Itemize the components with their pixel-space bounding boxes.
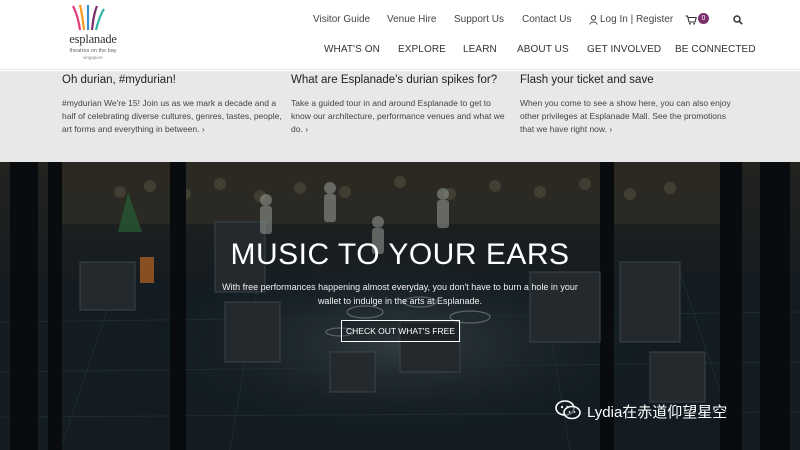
logo-tagline: theatres on the bay bbox=[69, 48, 117, 54]
site-header: esplanade theatres on the bay singapore … bbox=[0, 0, 800, 70]
nav-be-connected[interactable]: BE CONNECTED bbox=[675, 44, 756, 55]
more-chevron-icon[interactable]: › bbox=[305, 124, 308, 134]
logo-wordmark: esplanade bbox=[69, 32, 117, 46]
util-link-venue-hire[interactable]: Venue Hire bbox=[387, 14, 436, 25]
util-link-support-us[interactable]: Support Us bbox=[454, 14, 504, 25]
promo-body: When you come to see a show here, you ca… bbox=[520, 97, 740, 136]
promo-title[interactable]: Oh durian, #mydurian! bbox=[62, 74, 282, 86]
promo-title[interactable]: Flash your ticket and save bbox=[520, 74, 740, 86]
watermark-text: Lydia在赤道仰望星空 bbox=[587, 404, 728, 421]
promo-body-text: When you come to see a show here, you ca… bbox=[520, 98, 731, 134]
promo-card-mydurian[interactable]: Oh durian, #mydurian! #mydurian We're 15… bbox=[62, 71, 282, 136]
nav-whats-on[interactable]: WHAT'S ON bbox=[324, 44, 380, 55]
search-icon[interactable] bbox=[733, 15, 743, 25]
nav-get-involved[interactable]: GET INVOLVED bbox=[587, 44, 661, 55]
more-chevron-icon[interactable]: › bbox=[609, 124, 612, 134]
promo-card-flash-ticket[interactable]: Flash your ticket and save When you come… bbox=[520, 71, 740, 136]
hero-banner: MUSIC TO YOUR EARS With free performance… bbox=[0, 162, 800, 450]
logo-mark-icon bbox=[72, 4, 105, 31]
cart-icon[interactable] bbox=[685, 15, 697, 25]
promo-body-text: #mydurian We're 15! Join us as we mark a… bbox=[62, 98, 282, 134]
hero-subtitle: With free performances happening almost … bbox=[222, 282, 578, 306]
cart-count-badge: 0 bbox=[698, 13, 709, 24]
promo-title[interactable]: What are Esplanade's durian spikes for? bbox=[291, 74, 511, 86]
more-chevron-icon[interactable]: › bbox=[202, 124, 205, 134]
nav-learn[interactable]: LEARN bbox=[463, 44, 497, 55]
logo-country: singapore bbox=[83, 55, 103, 60]
promo-body-text: Take a guided tour in and around Esplana… bbox=[291, 98, 505, 134]
util-link-visitor-guide[interactable]: Visitor Guide bbox=[313, 14, 370, 25]
promo-card-durian-spikes[interactable]: What are Esplanade's durian spikes for? … bbox=[291, 71, 511, 136]
wechat-icon bbox=[555, 400, 581, 420]
nav-about-us[interactable]: ABOUT US bbox=[517, 44, 569, 55]
user-icon[interactable] bbox=[589, 15, 598, 25]
esplanade-logo[interactable]: esplanade theatres on the bay singapore bbox=[58, 4, 128, 66]
nav-explore[interactable]: EXPLORE bbox=[398, 44, 446, 55]
promo-body: #mydurian We're 15! Join us as we mark a… bbox=[62, 97, 282, 136]
util-link-contact-us[interactable]: Contact Us bbox=[522, 14, 571, 25]
promo-body: Take a guided tour in and around Esplana… bbox=[291, 97, 511, 136]
login-register-link[interactable]: Log In | Register bbox=[600, 14, 673, 25]
hero-title: MUSIC TO YOUR EARS bbox=[230, 238, 570, 271]
promo-strip: Oh durian, #mydurian! #mydurian We're 15… bbox=[0, 71, 800, 162]
check-out-whats-free-button[interactable]: CHECK OUT WHAT'S FREE bbox=[341, 320, 460, 342]
